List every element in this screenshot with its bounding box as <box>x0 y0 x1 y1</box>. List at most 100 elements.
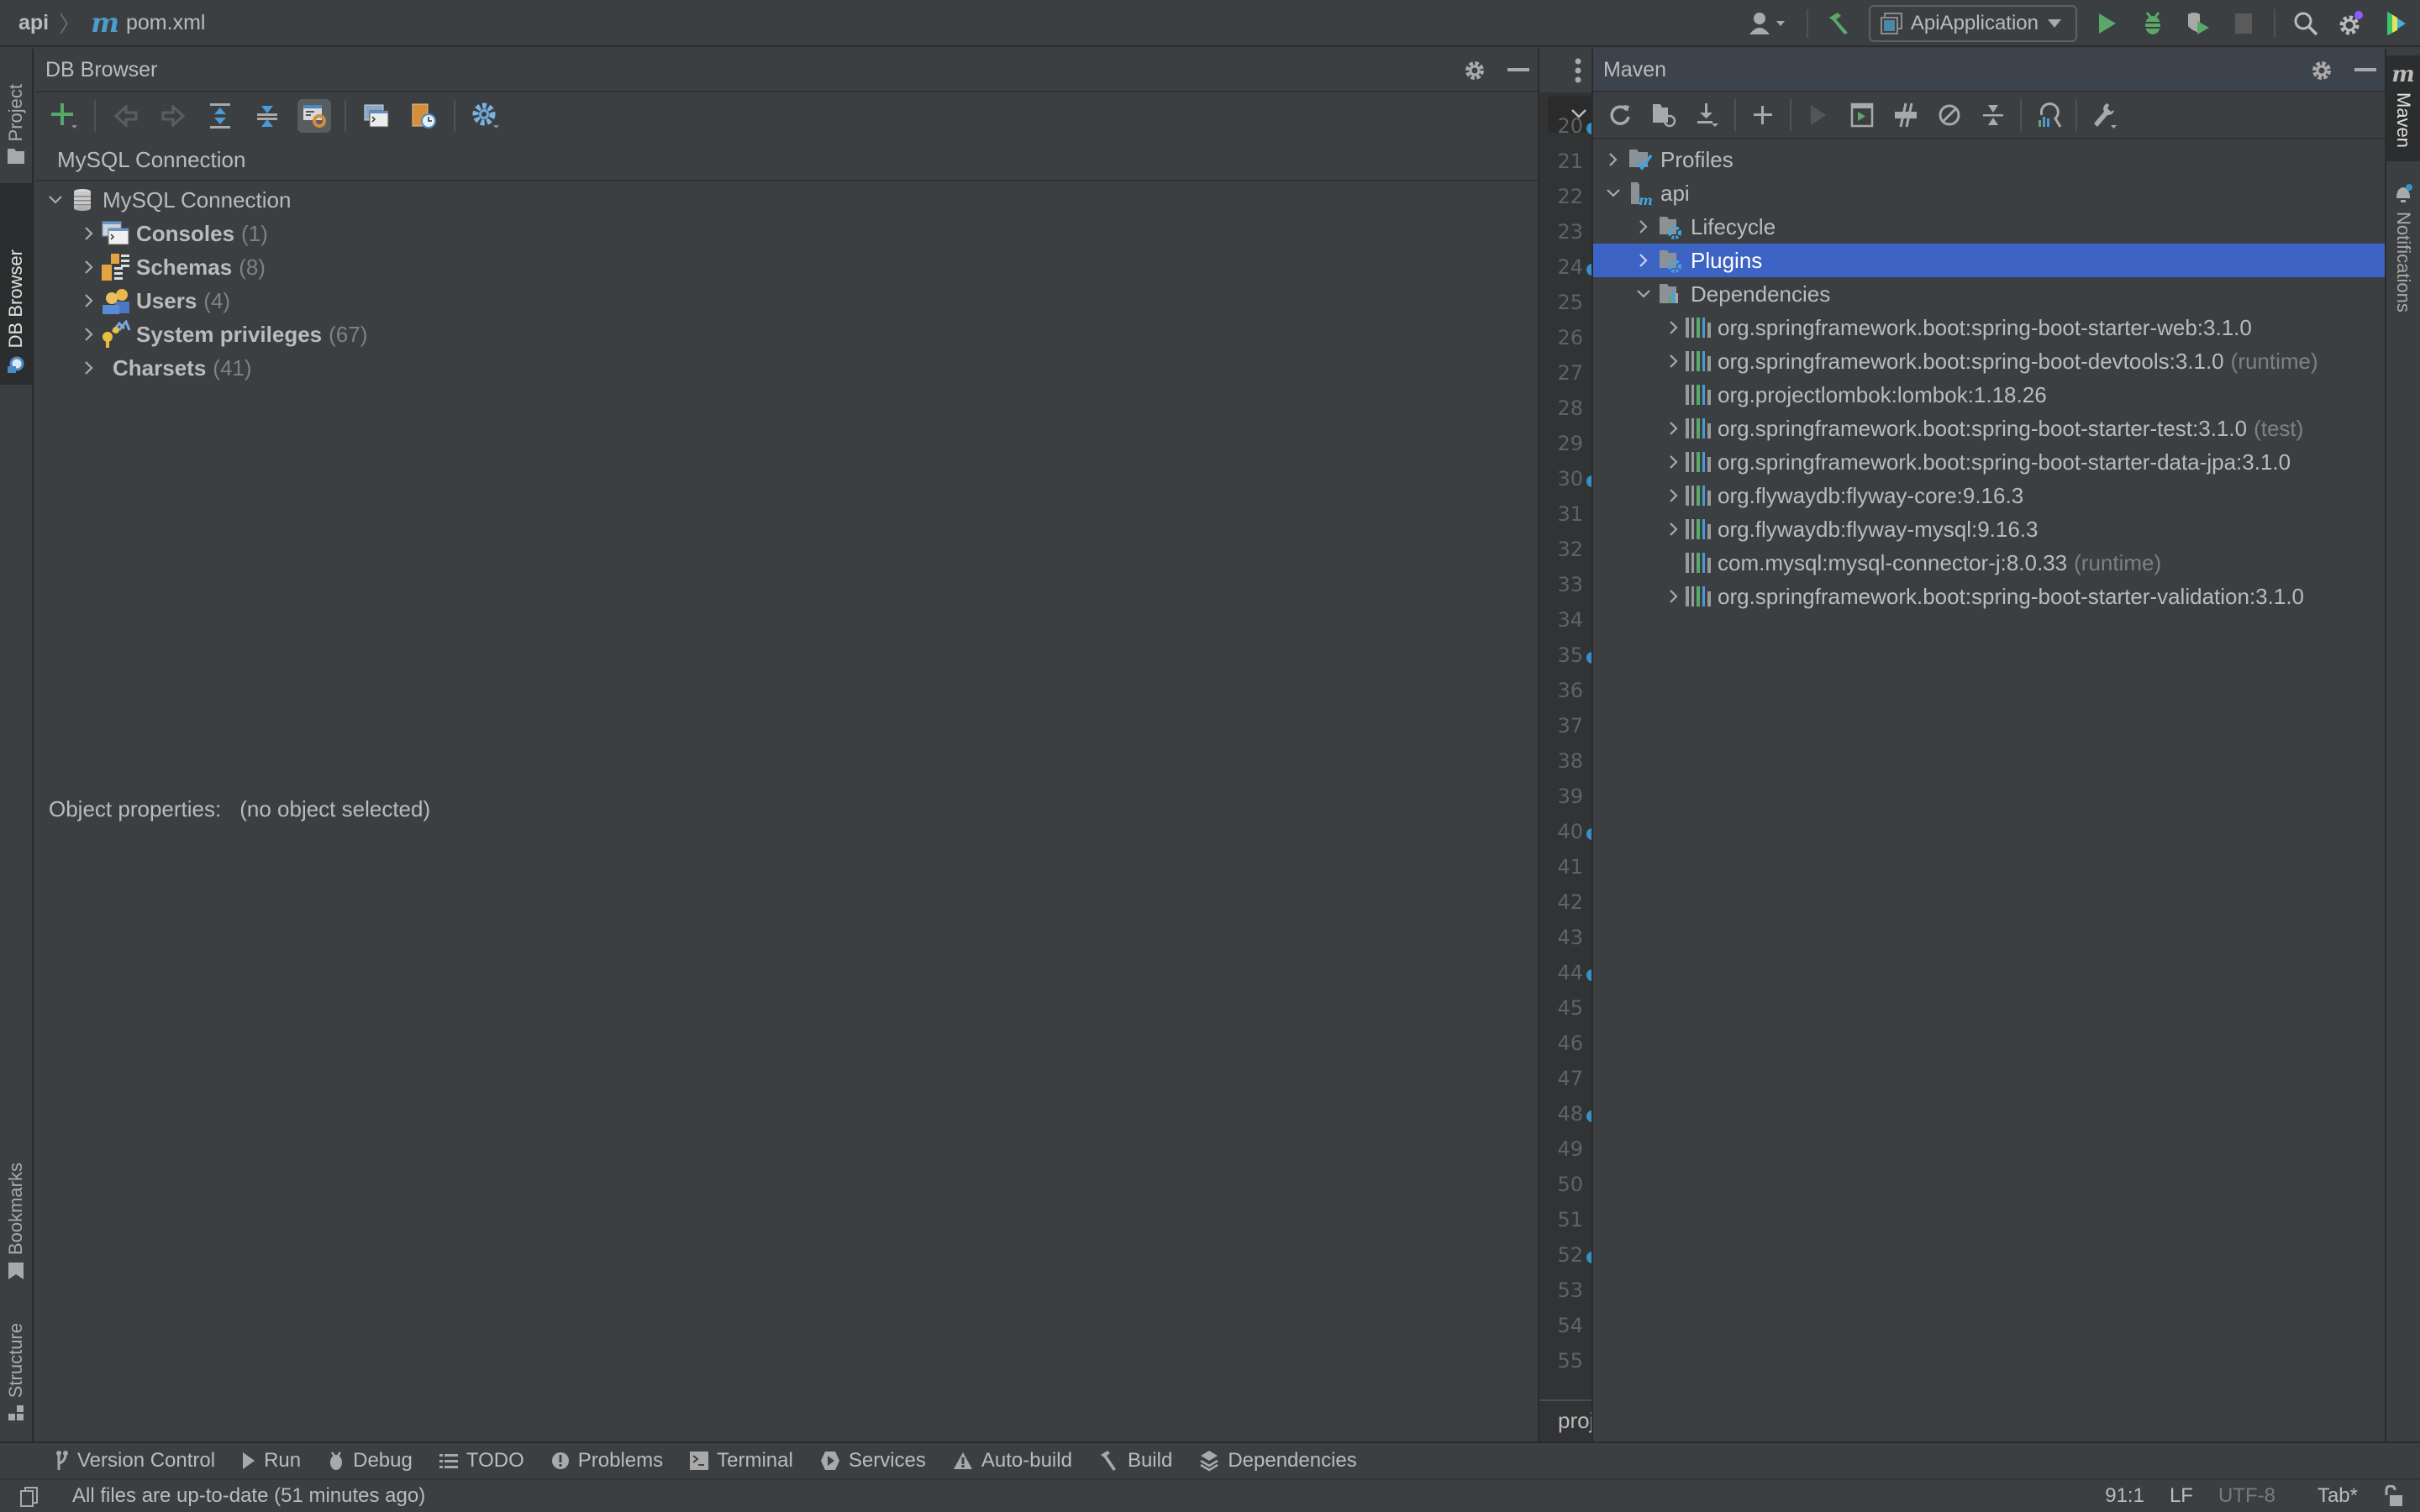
tool-window-maven[interactable]: m Maven <box>2386 55 2420 161</box>
toggle-offline-mode-button[interactable] <box>1889 98 1923 132</box>
collapse-all-button[interactable] <box>250 99 284 133</box>
maven-settings-button[interactable] <box>2087 98 2121 132</box>
tree-node-project-api[interactable]: m api <box>1593 176 2385 210</box>
tree-node-profiles[interactable]: Profiles <box>1593 143 2385 176</box>
expand-all-button[interactable] <box>203 99 237 133</box>
tree-node-connection[interactable]: MySQL Connection <box>35 183 1538 217</box>
show-object-properties-toggle[interactable] <box>297 99 331 133</box>
dependency-item[interactable]: com.mysql:mysql-connector-j:8.0.33 (runti… <box>1593 546 2385 580</box>
chevron-right-icon[interactable] <box>77 284 101 318</box>
chevron-right-icon[interactable] <box>1662 344 1686 378</box>
search-icon[interactable] <box>2291 8 2321 39</box>
download-sources-button[interactable] <box>1691 98 1724 132</box>
tool-version-control[interactable]: Version Control <box>55 1449 215 1473</box>
chevron-right-icon[interactable] <box>77 318 101 351</box>
build-hammer-icon[interactable] <box>1823 8 1854 39</box>
chevron-right-icon[interactable] <box>1662 580 1686 613</box>
run-configuration-selector[interactable]: ApiApplication <box>1868 5 2077 42</box>
more-options-icon[interactable] <box>1575 58 1581 83</box>
generate-sources-button[interactable] <box>1647 98 1681 132</box>
chevron-right-icon[interactable] <box>77 217 101 250</box>
tool-window-bookmarks[interactable]: Bookmarks <box>0 1146 32 1280</box>
tool-window-db-browser[interactable]: DB Browser <box>0 183 32 385</box>
chevron-right-icon[interactable] <box>1632 244 1655 277</box>
indent-setting[interactable]: Tab* <box>2317 1484 2358 1508</box>
tree-node-system-privileges[interactable]: System privileges (67) <box>35 318 1538 351</box>
add-connection-button[interactable] <box>47 99 81 133</box>
run-icon[interactable] <box>2092 8 2123 39</box>
chevron-down-icon[interactable] <box>1602 176 1625 210</box>
file-encoding[interactable]: UTF-8 <box>2218 1484 2275 1508</box>
open-console-button[interactable] <box>360 99 393 133</box>
minimize-icon[interactable] <box>1507 68 1529 73</box>
panel-settings-icon[interactable] <box>1464 60 1486 81</box>
unlock-icon[interactable] <box>2383 1485 2403 1507</box>
dependency-item[interactable]: org.springframework.boot:spring-boot-sta… <box>1593 445 2385 479</box>
skip-tests-button[interactable] <box>1933 98 1966 132</box>
session-browser-button[interactable] <box>407 99 440 133</box>
chevron-right-icon[interactable] <box>1602 143 1625 176</box>
minimize-icon[interactable] <box>2354 68 2376 73</box>
tool-window-notifications[interactable]: Notifications <box>2386 183 2420 385</box>
chevron-down-icon[interactable] <box>44 183 67 217</box>
tree-node-consoles[interactable]: Consoles (1) <box>35 217 1538 250</box>
dependency-item[interactable]: org.springframework.boot:spring-boot-sta… <box>1593 311 2385 344</box>
tool-auto-build[interactable]: Auto-build <box>953 1449 1072 1473</box>
chevron-right-icon[interactable] <box>1662 479 1686 512</box>
stop-icon[interactable] <box>2228 8 2259 39</box>
chevron-down-icon[interactable] <box>1632 277 1655 311</box>
breadcrumb-project[interactable]: api <box>18 11 49 35</box>
tool-build[interactable]: Build <box>1099 1449 1172 1473</box>
run-maven-build-button[interactable] <box>1802 98 1835 132</box>
panel-settings-icon[interactable] <box>2311 60 2333 81</box>
tool-services[interactable]: Services <box>820 1449 926 1473</box>
tool-debug[interactable]: Debug <box>328 1449 413 1473</box>
tool-window-structure[interactable]: Structure <box>0 1304 32 1421</box>
back-button[interactable] <box>109 99 143 133</box>
debug-icon[interactable] <box>2138 8 2168 39</box>
tool-window-project[interactable]: Project <box>0 59 32 165</box>
line-separator[interactable]: LF <box>2170 1484 2193 1508</box>
tool-terminal[interactable]: Terminal <box>690 1449 793 1473</box>
tool-run[interactable]: Run <box>242 1449 301 1473</box>
forward-button[interactable] <box>156 99 190 133</box>
add-maven-project-button[interactable] <box>1746 98 1780 132</box>
chevron-right-icon[interactable] <box>77 351 101 385</box>
chevron-right-icon[interactable] <box>1662 512 1686 546</box>
show-dependencies-button[interactable] <box>2032 98 2065 132</box>
caret-position[interactable]: 91:1 <box>2105 1484 2144 1508</box>
dependency-item[interactable]: org.springframework.boot:spring-boot-sta… <box>1593 580 2385 613</box>
status-message[interactable]: All files are up-to-date (51 minutes ago… <box>72 1484 425 1508</box>
chevron-right-icon[interactable] <box>1662 412 1686 445</box>
chevron-right-icon[interactable] <box>1632 210 1655 244</box>
toggle-tool-windows-icon[interactable] <box>20 1487 39 1507</box>
reload-button[interactable] <box>1603 98 1637 132</box>
tree-node-plugins[interactable]: Plugins <box>1593 244 2385 277</box>
toolbox-icon[interactable] <box>2381 8 2412 39</box>
dependency-item[interactable]: org.springframework.boot:spring-boot-sta… <box>1593 412 2385 445</box>
dependency-item[interactable]: org.flywaydb:flyway-core:9.16.3 <box>1593 479 2385 512</box>
vcs-user-icon[interactable] <box>1744 8 1791 39</box>
chevron-right-icon[interactable] <box>1662 311 1686 344</box>
chevron-right-icon[interactable] <box>1662 445 1686 479</box>
chevron-right-icon[interactable] <box>77 250 101 284</box>
db-settings-button[interactable] <box>469 99 502 133</box>
collapse-all-button[interactable] <box>1976 98 2010 132</box>
tree-node-users[interactable]: Users (4) <box>35 284 1538 318</box>
tree-node-lifecycle[interactable]: Lifecycle <box>1593 210 2385 244</box>
dependency-item[interactable]: org.springframework.boot:spring-boot-dev… <box>1593 344 2385 378</box>
connection-selector[interactable]: MySQL Connection <box>35 139 1538 181</box>
run-with-coverage-icon[interactable] <box>2183 8 2213 39</box>
tool-dependencies[interactable]: Dependencies <box>1199 1449 1357 1473</box>
settings-icon[interactable] <box>2336 8 2366 39</box>
tree-node-charsets[interactable]: Charsets (41) <box>35 351 1538 385</box>
tree-node-dependencies[interactable]: Dependencies <box>1593 277 2385 311</box>
tool-problems[interactable]: Problems <box>551 1449 663 1473</box>
dependency-item[interactable]: org.flywaydb:flyway-mysql:9.16.3 <box>1593 512 2385 546</box>
tool-todo[interactable]: TODO <box>439 1449 524 1473</box>
editor-bottom-tab[interactable]: proj <box>1539 1399 1594 1441</box>
breadcrumb-file[interactable]: pom.xml <box>126 11 205 35</box>
execute-goal-button[interactable] <box>1845 98 1879 132</box>
dependency-item[interactable]: org.projectlombok:lombok:1.18.26 <box>1593 378 2385 412</box>
tree-node-schemas[interactable]: Schemas (8) <box>35 250 1538 284</box>
